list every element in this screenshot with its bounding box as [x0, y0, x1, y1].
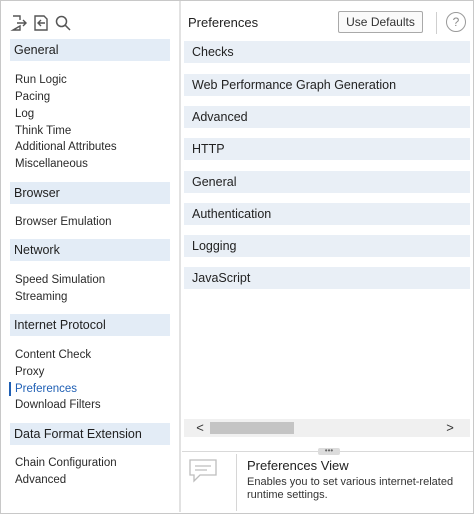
nav-item-proxy[interactable]: Proxy: [15, 364, 44, 380]
section-authentication[interactable]: Authentication: [184, 203, 470, 225]
nav-item-browser-emulation[interactable]: Browser Emulation: [15, 214, 112, 230]
nav-item-advanced[interactable]: Advanced: [15, 472, 66, 488]
section-advanced[interactable]: Advanced: [184, 106, 470, 128]
scroll-right-icon[interactable]: >: [442, 419, 458, 437]
use-defaults-button[interactable]: Use Defaults: [338, 11, 423, 33]
import-icon[interactable]: [32, 14, 50, 32]
nav-item-additional-attributes[interactable]: Additional Attributes: [15, 139, 117, 155]
nav-item-run-logic[interactable]: Run Logic: [15, 72, 67, 88]
nav-item-content-check[interactable]: Content Check: [15, 347, 91, 363]
header-divider: [436, 12, 437, 34]
section-general[interactable]: General: [184, 171, 470, 193]
sidebar-divider[interactable]: [179, 1, 181, 512]
nav-item-log[interactable]: Log: [15, 106, 34, 122]
nav-item-streaming[interactable]: Streaming: [15, 289, 67, 305]
section-web-performance-graph-generation[interactable]: Web Performance Graph Generation: [184, 74, 470, 96]
group-header-general[interactable]: General: [10, 39, 170, 61]
nav-item-pacing[interactable]: Pacing: [15, 89, 50, 105]
section-logging[interactable]: Logging: [184, 235, 470, 257]
nav-item-preferences[interactable]: Preferences: [15, 381, 77, 397]
nav-item-think-time[interactable]: Think Time: [15, 123, 71, 139]
nav-item-miscellaneous[interactable]: Miscellaneous: [15, 156, 88, 172]
splitter-grip-icon[interactable]: •••: [318, 447, 340, 455]
nav-item-chain-configuration[interactable]: Chain Configuration: [15, 455, 117, 471]
search-icon[interactable]: [54, 14, 72, 32]
section-http[interactable]: HTTP: [184, 138, 470, 160]
info-title: Preferences View: [247, 458, 349, 473]
nav-item-download-filters[interactable]: Download Filters: [15, 397, 101, 413]
section-checks[interactable]: Checks: [184, 41, 470, 63]
horizontal-scrollbar[interactable]: < >: [184, 419, 470, 437]
nav-item-speed-simulation[interactable]: Speed Simulation: [15, 272, 105, 288]
scrollbar-thumb[interactable]: [210, 422, 294, 434]
group-header-browser[interactable]: Browser: [10, 182, 170, 204]
info-description: Enables you to set various internet-rela…: [247, 476, 454, 501]
speech-bubble-icon: [188, 458, 218, 484]
sidebar-toolbar: [10, 13, 72, 33]
help-icon[interactable]: ?: [446, 12, 466, 32]
export-icon[interactable]: [10, 14, 28, 32]
group-header-data-format-extension[interactable]: Data Format Extension: [10, 423, 170, 445]
active-item-indicator: [9, 382, 11, 396]
page-title: Preferences: [188, 15, 259, 30]
scroll-left-icon[interactable]: <: [192, 419, 208, 437]
group-header-network[interactable]: Network: [10, 239, 170, 261]
info-divider: [236, 454, 237, 511]
section-javascript[interactable]: JavaScript: [184, 267, 470, 289]
group-header-internet-protocol[interactable]: Internet Protocol: [10, 314, 170, 336]
